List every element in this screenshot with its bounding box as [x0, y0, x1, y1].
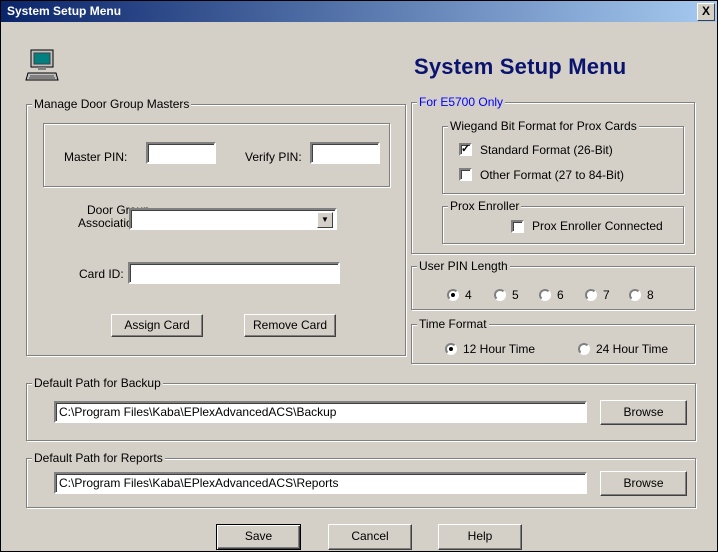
- prox-enroller-legend: Prox Enroller: [448, 199, 522, 213]
- standard-format-label: Standard Format (26-Bit): [480, 143, 613, 157]
- prox-enroller-label: Prox Enroller Connected: [532, 219, 663, 233]
- close-icon[interactable]: X: [697, 3, 715, 21]
- backup-path-input[interactable]: C:\Program Files\Kaba\EPlexAdvancedACS\B…: [54, 401, 587, 423]
- time-24-hour-radio[interactable]: [578, 343, 590, 355]
- pin-length-4-label: 4: [465, 288, 472, 302]
- cancel-button[interactable]: Cancel: [328, 524, 412, 550]
- pin-length-5-label: 5: [512, 288, 519, 302]
- verify-pin-label: Verify PIN:: [245, 150, 302, 164]
- card-id-input[interactable]: [128, 262, 340, 284]
- door-group-legend: Manage Door Group Masters: [32, 97, 192, 111]
- time-24-hour-label: 24 Hour Time: [596, 342, 669, 356]
- help-button[interactable]: Help: [438, 524, 522, 550]
- pin-length-7-radio[interactable]: [585, 289, 597, 301]
- assign-card-button[interactable]: Assign Card: [111, 314, 203, 337]
- prox-enroller-checkbox[interactable]: [511, 220, 524, 233]
- association-dropdown[interactable]: ▼: [129, 208, 337, 230]
- pin-length-8-radio[interactable]: [629, 289, 641, 301]
- pin-length-6-label: 6: [557, 288, 564, 302]
- time-format-legend: Time Format: [417, 317, 489, 331]
- backup-legend: Default Path for Backup: [32, 376, 163, 390]
- pin-length-4-radio[interactable]: [447, 289, 459, 301]
- save-button[interactable]: Save: [216, 524, 301, 550]
- pin-length-6-radio[interactable]: [539, 289, 551, 301]
- page-title: System Setup Menu: [414, 54, 627, 79]
- pin-length-legend: User PIN Length: [417, 259, 510, 273]
- time-12-hour-radio[interactable]: [445, 343, 457, 355]
- time-12-hour-label: 12 Hour Time: [463, 342, 536, 356]
- reports-legend: Default Path for Reports: [32, 451, 165, 465]
- e5700-legend: For E5700 Only: [417, 95, 506, 109]
- pin-length-7-label: 7: [603, 288, 610, 302]
- reports-path-input[interactable]: C:\Program Files\Kaba\EPlexAdvancedACS\R…: [54, 472, 587, 494]
- chevron-down-icon[interactable]: ▼: [317, 212, 333, 228]
- other-format-checkbox[interactable]: [459, 168, 472, 181]
- computer-icon: [25, 49, 59, 83]
- remove-card-button[interactable]: Remove Card: [244, 314, 336, 337]
- other-format-label: Other Format (27 to 84-Bit): [480, 168, 625, 182]
- title-bar[interactable]: System Setup Menu X: [1, 1, 717, 22]
- window-title: System Setup Menu: [7, 4, 122, 18]
- verify-pin-input[interactable]: [310, 142, 380, 164]
- pin-length-5-radio[interactable]: [494, 289, 506, 301]
- reports-browse-button[interactable]: Browse: [600, 471, 687, 496]
- standard-format-checkbox[interactable]: ✓: [459, 143, 472, 156]
- wiegand-fieldset: Wiegand Bit Format for Prox Cards: [442, 119, 684, 194]
- wiegand-legend: Wiegand Bit Format for Prox Cards: [448, 119, 639, 133]
- system-setup-window: System Setup Menu X System Setup Menu Ma…: [0, 0, 718, 552]
- backup-browse-button[interactable]: Browse: [600, 400, 687, 425]
- card-id-label: Card ID:: [79, 267, 124, 281]
- pin-length-8-label: 8: [647, 288, 654, 302]
- master-pin-label: Master PIN:: [64, 150, 128, 164]
- master-pin-input[interactable]: [146, 142, 216, 164]
